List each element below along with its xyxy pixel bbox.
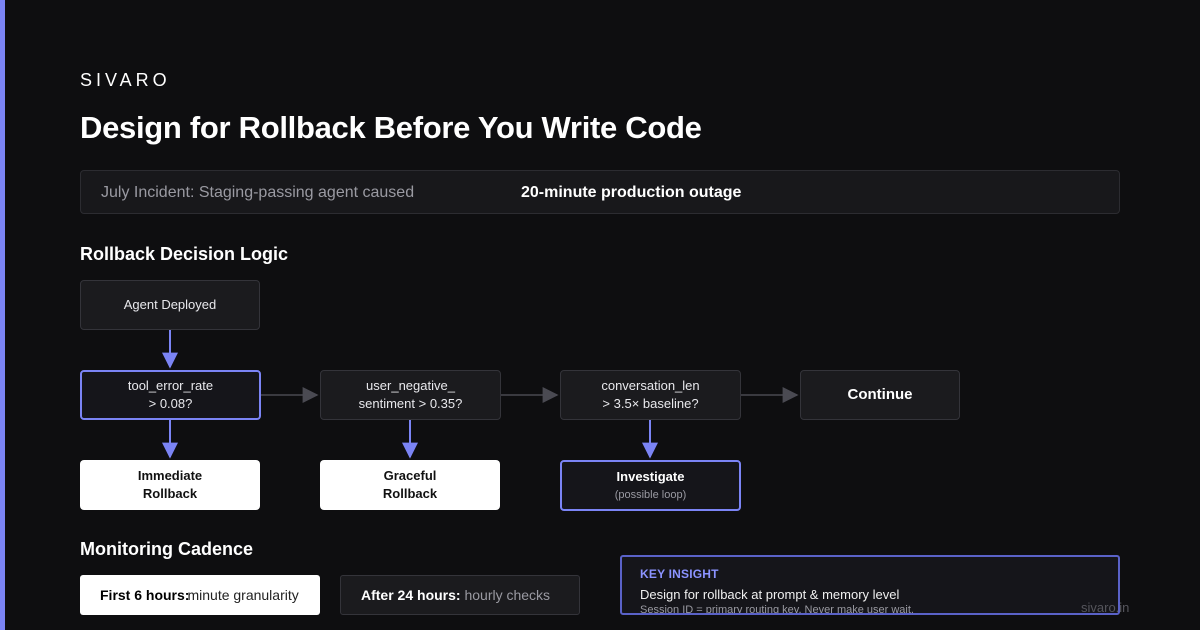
check-1-line1: tool_error_rate [127, 378, 214, 393]
node-check-conversation-len: conversation_len > 3.5× baseline? [560, 370, 741, 420]
outcome-2-line1: Graceful [383, 468, 437, 483]
node-investigate: Investigate (possible loop) [560, 460, 741, 511]
node-agent-deployed: Agent Deployed [80, 280, 260, 330]
node-continue: Continue [800, 370, 960, 420]
outcome-1-line2: Rollback [142, 486, 198, 501]
outcome-1-line1: Immediate [137, 468, 203, 483]
monitoring-after-24-hours: After 24 hours: hourly checks [340, 575, 580, 615]
monitoring-2-text: hourly checks [464, 587, 551, 603]
monitoring-first-6-hours: First 6 hours: minute granularity [80, 575, 320, 615]
outcome-3-line2: (possible loop) [614, 488, 687, 501]
node-immediate-rollback: Immediate Rollback [80, 460, 260, 510]
key-insight-label: KEY INSIGHT [640, 567, 719, 581]
outcome-3-line1: Investigate [616, 468, 685, 484]
node-continue-label: Continue [847, 386, 913, 403]
check-1-line2: > 0.08? [148, 396, 193, 411]
node-check-tool-error-rate: tool_error_rate > 0.08? [80, 370, 261, 420]
check-2-line2: sentiment > 0.35? [358, 396, 463, 411]
key-insight-card: KEY INSIGHT Design for rollback at promp… [620, 555, 1120, 615]
check-3-line1: conversation_len [601, 378, 700, 393]
node-check-user-sentiment: user_negative_ sentiment > 0.35? [320, 370, 501, 420]
node-graceful-rollback: Graceful Rollback [320, 460, 500, 510]
monitoring-heading: Monitoring Cadence [80, 539, 254, 559]
outcome-2-line2: Rollback [382, 486, 438, 501]
monitoring-2-bold: After 24 hours: [361, 587, 461, 603]
key-insight-line1: Design for rollback at prompt & memory l… [640, 587, 900, 602]
node-agent-deployed-label: Agent Deployed [123, 297, 217, 312]
monitoring-1-bold: First 6 hours: [100, 587, 190, 603]
key-insight-line2: Session ID = primary routing key. Never … [640, 604, 914, 615]
check-2-line1: user_negative_ [366, 378, 455, 393]
monitoring-1-text: minute granularity [187, 587, 299, 603]
footer-url: sivaro.in [1081, 600, 1130, 615]
check-3-line2: > 3.5× baseline? [602, 396, 699, 411]
